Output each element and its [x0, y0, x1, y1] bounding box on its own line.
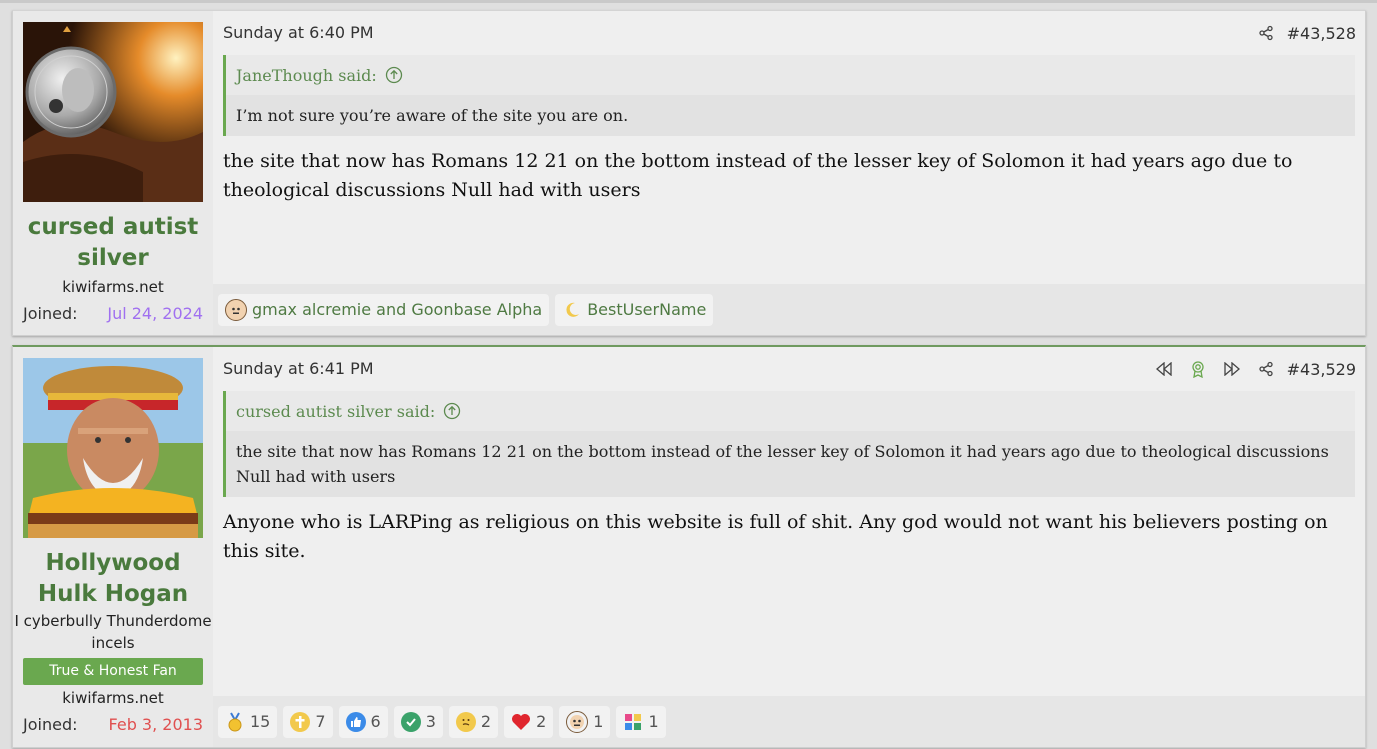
reaction-users[interactable]: gmax alcremie and Goonbase Alpha [218, 293, 550, 326]
medal-icon [225, 712, 245, 732]
username[interactable]: Hollywood Hulk Hogan [13, 548, 213, 610]
post-43529: Hollywood Hulk Hogan I cyberbully Thunde… [12, 345, 1366, 748]
username[interactable]: cursed autist silver [13, 212, 213, 274]
message-body: the site that now has Romans 12 21 on th… [223, 150, 1293, 201]
post-number[interactable]: #43,528 [1287, 24, 1356, 43]
thinking-face-icon [455, 711, 476, 732]
moon-emoji-icon [562, 300, 582, 320]
quote-text: the site that now has Romans 12 21 on th… [226, 431, 1355, 497]
avatar[interactable] [23, 358, 203, 538]
joined-date[interactable]: Feb 3, 2013 [109, 715, 203, 734]
reaction-cross[interactable]: 7 [283, 705, 333, 738]
user-site: kiwifarms.net [62, 689, 164, 707]
reaction-puzzle[interactable]: 1 [616, 705, 666, 738]
heart-icon [511, 712, 531, 732]
reaction-users-label: gmax alcremie and Goonbase Alpha [252, 300, 543, 319]
reaction-thinking[interactable]: 2 [448, 705, 499, 738]
rewind-icon[interactable] [1147, 359, 1181, 379]
reaction-count: 2 [536, 712, 547, 731]
share-icon[interactable] [1249, 359, 1283, 379]
post-main: Sunday at 6:41 PM #43,529 cursed autist … [213, 347, 1365, 747]
post-43528: cursed autist silver kiwifarms.net Joine… [12, 10, 1366, 336]
post-date[interactable]: Sunday at 6:40 PM [223, 23, 374, 42]
avatar[interactable] [23, 22, 203, 202]
top-divider [0, 0, 1377, 3]
user-sidebar: cursed autist silver kiwifarms.net Joine… [13, 11, 213, 335]
joined-label: Joined: [23, 715, 78, 734]
share-icon[interactable] [1249, 23, 1283, 43]
reaction-users-label: BestUserName [587, 300, 707, 319]
reaction-users[interactable]: BestUserName [555, 293, 714, 326]
post-date[interactable]: Sunday at 6:41 PM [223, 359, 374, 378]
fast-forward-icon[interactable] [1215, 359, 1249, 379]
reaction-face[interactable]: 1 [559, 705, 611, 738]
post-number[interactable]: #43,529 [1287, 360, 1356, 379]
message-body: Anyone who is LARPing as religious on th… [223, 511, 1328, 562]
puzzle-icon [623, 712, 643, 732]
bald-face-emoji-icon [566, 710, 589, 733]
post-header-actions: #43,529 [1147, 359, 1356, 379]
post-header-actions: #43,528 [1249, 23, 1356, 43]
joined-date[interactable]: Jul 24, 2024 [107, 304, 203, 323]
reaction-count: 7 [315, 712, 326, 731]
reactions-bar: 15 7 6 3 2 2 1 1 [213, 696, 1365, 747]
reaction-agree[interactable]: 3 [393, 705, 443, 738]
reaction-like[interactable]: 6 [338, 705, 388, 738]
bald-face-emoji-icon [225, 298, 247, 321]
joined-label: Joined: [23, 304, 78, 323]
user-sidebar: Hollywood Hulk Hogan I cyberbully Thunde… [13, 347, 213, 747]
reaction-count: 3 [425, 712, 436, 731]
quote-block: cursed autist silver said: the site that… [223, 391, 1355, 497]
cross-icon [290, 711, 311, 732]
reactions-bar: gmax alcremie and Goonbase Alpha BestUse… [213, 284, 1365, 335]
quote-block: JaneThough said: I’m not sure you’re awa… [223, 55, 1355, 136]
reaction-count: 6 [370, 712, 381, 731]
post-main: Sunday at 6:40 PM #43,528 JaneThough sai… [213, 11, 1365, 335]
reaction-count: 1 [593, 712, 604, 731]
award-icon[interactable] [1181, 359, 1215, 379]
joined-row: Joined: Jul 24, 2024 [23, 304, 203, 323]
quote-header: JaneThough said: [226, 55, 1355, 95]
quote-header: cursed autist silver said: [226, 391, 1355, 431]
reaction-count: 1 [648, 712, 659, 731]
reaction-count: 2 [480, 712, 492, 731]
arrow-up-circle-icon[interactable] [443, 402, 461, 420]
reaction-love[interactable]: 2 [504, 705, 554, 738]
reaction-count: 15 [250, 712, 271, 731]
arrow-up-circle-icon[interactable] [385, 66, 403, 84]
quote-author[interactable]: JaneThough said: [236, 66, 377, 85]
checkmark-icon [400, 711, 421, 732]
user-banner: True & Honest Fan [23, 658, 203, 685]
joined-row: Joined: Feb 3, 2013 [23, 715, 203, 734]
quote-author[interactable]: cursed autist silver said: [236, 402, 435, 421]
quote-text: I’m not sure you’re aware of the site yo… [226, 95, 1355, 136]
reaction-medal[interactable]: 15 [218, 705, 278, 738]
user-title: I cyberbully Thunderdome incels [14, 612, 212, 652]
user-site: kiwifarms.net [62, 278, 164, 296]
thumbs-up-icon [345, 711, 366, 732]
